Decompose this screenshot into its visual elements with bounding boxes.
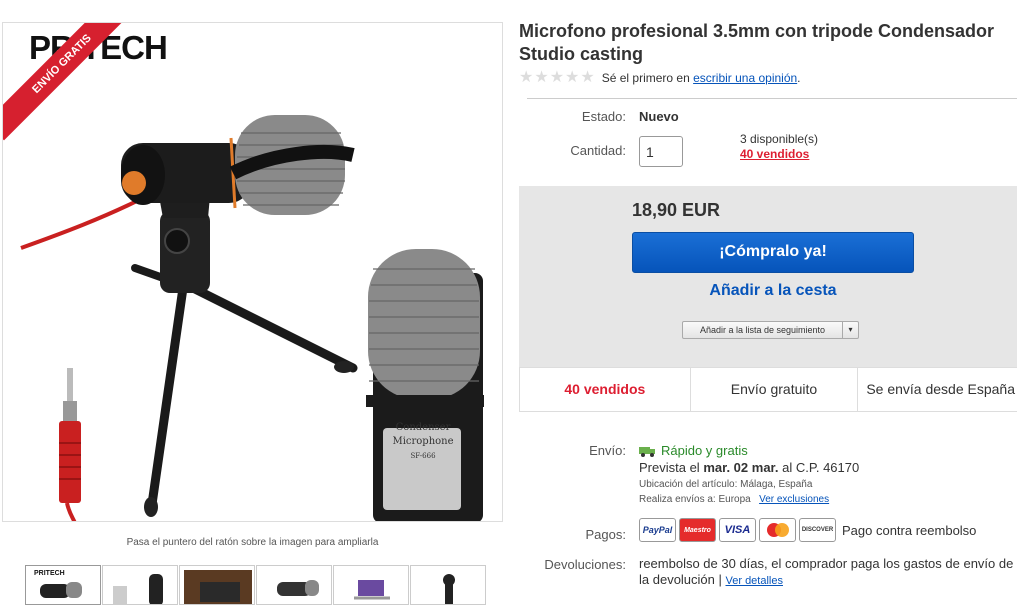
- watchlist-label: Añadir a la lista de seguimiento: [699, 325, 826, 335]
- price: 18,90 EUR: [632, 200, 721, 220]
- fast-shipping-text: Rápido y gratis: [661, 443, 748, 458]
- thumbnail-strip: PRITECH: [25, 565, 487, 605]
- badge-ships-from: Se envía desde España: [866, 381, 1015, 397]
- thumbnail-4[interactable]: [256, 565, 332, 605]
- thumbnail-photo-icon: [184, 570, 252, 604]
- rating-prompt: Sé el primero en escribir una opinión.: [602, 71, 801, 85]
- buy-box: [519, 186, 1017, 368]
- thumbnail-mic-icon: [277, 580, 319, 596]
- thumbnail-stand-icon: [443, 574, 455, 604]
- payment-methods: PayPal Maestro VISA DISCOVER Pago contra…: [639, 518, 976, 542]
- thumbnail-6[interactable]: [410, 565, 486, 605]
- ships-to-text: Realiza envíos a: Europa: [639, 494, 751, 505]
- chevron-down-icon[interactable]: ▾: [842, 322, 858, 338]
- mic-label-line3: SF-666: [410, 452, 436, 460]
- rating-row: ★ ★ ★ ★ ★ Sé el primero en escribir una …: [519, 70, 801, 86]
- visa-icon: VISA: [719, 518, 756, 542]
- delivery-estimate-post: al C.P. 46170: [782, 460, 860, 475]
- thumbnail-2[interactable]: [102, 565, 178, 605]
- highlights-bar: 40 vendidos Envío gratuito Se envía desd…: [519, 367, 1017, 412]
- star-icon: ★: [565, 69, 580, 86]
- discover-icon: DISCOVER: [799, 518, 836, 542]
- mic-label-line1: Condenser: [395, 422, 451, 433]
- item-location: Ubicación del artículo: Málaga, España: [639, 479, 813, 490]
- thumbnail-3[interactable]: [179, 565, 255, 605]
- thumbnail-brand: PRITECH: [34, 570, 65, 577]
- buy-now-button[interactable]: ¡Cómpralo ya!: [632, 232, 914, 273]
- delivery-date: mar. 02 mar.: [703, 460, 779, 475]
- mic-label-line2: Microphone: [392, 436, 454, 447]
- returns-label: Devoluciones:: [544, 557, 626, 572]
- payments-label: Pagos:: [585, 527, 626, 542]
- quantity-label: Cantidad:: [570, 143, 626, 158]
- thumbnail-laptop-icon: [354, 580, 390, 600]
- thumbnail-1[interactable]: PRITECH: [25, 565, 101, 605]
- ships-to: Realiza envíos a: Europa Ver exclusiones: [639, 494, 829, 505]
- rating-prompt-text: Sé el primero en: [601, 71, 690, 85]
- condition-label: Estado:: [581, 109, 626, 124]
- availability-text: 3 disponible(s): [740, 132, 819, 146]
- fast-shipping: Rápido y gratis: [639, 443, 748, 458]
- returns-policy: reembolso de 30 días, el comprador paga …: [639, 556, 1017, 589]
- product-title: Microfono profesional 3.5mm con tripode …: [519, 21, 995, 64]
- returns-separator: |: [714, 572, 726, 587]
- quantity-input[interactable]: [639, 136, 683, 167]
- paypal-icon: PayPal: [639, 518, 676, 542]
- star-icon: ★: [519, 69, 534, 86]
- add-to-watchlist-button[interactable]: Añadir a la lista de seguimiento ▾: [682, 321, 859, 339]
- add-to-cart-button[interactable]: Añadir a la cesta: [632, 282, 914, 300]
- thumbnail-5[interactable]: [333, 565, 409, 605]
- maestro-icon: Maestro: [679, 518, 716, 542]
- view-exclusions-link[interactable]: Ver exclusiones: [759, 494, 829, 505]
- delivery-estimate: Prevista el mar. 02 mar. al C.P. 46170: [639, 460, 859, 475]
- main-product-image[interactable]: Condenser Microphone SF-666 PRITECH ENVÍ…: [2, 22, 503, 522]
- star-icon: ★: [549, 69, 565, 86]
- sold-count-link[interactable]: 40 vendidos: [740, 147, 809, 161]
- badge-sold: 40 vendidos: [520, 368, 691, 411]
- star-icon: ★: [580, 69, 595, 86]
- zoom-hint: Pasa el puntero del ratón sobre la image…: [126, 537, 379, 548]
- truck-icon: [639, 446, 655, 457]
- condition-value: Nuevo: [639, 109, 679, 124]
- delivery-estimate-pre: Prevista el: [639, 460, 700, 475]
- thumbnail-mic-icon: [113, 574, 163, 604]
- badge-free-shipping: Envío gratuito: [691, 368, 859, 411]
- rating-suffix: .: [797, 71, 801, 85]
- mic-label-text: Condenser Microphone SF-666: [386, 421, 460, 463]
- divider: [527, 98, 1017, 99]
- returns-text: reembolso de 30 días, el comprador paga …: [639, 556, 1014, 587]
- mastercard-icon: [759, 518, 796, 542]
- returns-details-link[interactable]: Ver detalles: [726, 575, 783, 587]
- write-review-link[interactable]: escribir una opinión: [693, 71, 797, 85]
- cash-on-delivery: Pago contra reembolso: [842, 522, 977, 538]
- shipping-label: Envío:: [589, 443, 626, 458]
- star-icon: ★: [534, 69, 549, 86]
